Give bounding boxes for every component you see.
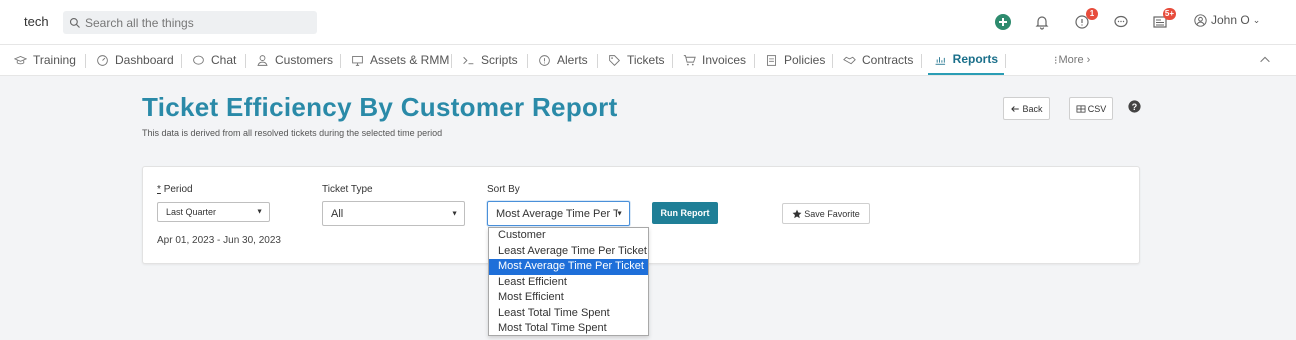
user-icon [257,54,268,66]
search-icon [69,17,80,28]
csv-export-button[interactable]: CSV [1069,97,1113,120]
caret-down-icon: ▼ [616,210,623,217]
chevron-down-icon: ⌄ [1252,14,1261,25]
period-date-range: Apr 01, 2023 - Jun 30, 2023 [157,235,281,246]
period-select[interactable]: Last Quarter ▼ [157,202,270,222]
nav-divider [597,54,598,68]
caret-down-icon: ▼ [451,210,458,217]
nav-reports[interactable]: Reports [928,45,1004,75]
nav-scripts[interactable]: Scripts [462,45,518,75]
help-icon[interactable]: ? [1128,100,1141,113]
sort-by-options-list: Customer Least Average Time Per Ticket M… [488,227,649,336]
user-menu[interactable]: John O ⌄ [1194,13,1260,27]
notifications-button[interactable] [1032,12,1052,32]
plus-circle-icon [995,14,1011,30]
graduation-cap-icon [14,55,27,64]
nav-divider [921,54,922,68]
add-button[interactable] [993,12,1013,32]
sort-option-customer[interactable]: Customer [489,228,648,244]
required-mark: * [157,184,161,195]
chat-icon [193,55,204,65]
sort-option-most-total-time[interactable]: Most Total Time Spent [489,321,648,337]
news-count-badge: 5+ [1162,8,1176,20]
main-nav: Training Dashboard Chat Customers Assets… [0,44,1296,76]
nav-divider [1005,54,1006,68]
handshake-icon [843,56,856,64]
back-button[interactable]: Back [1003,97,1050,120]
collapse-chevron-icon[interactable] [1258,53,1272,67]
period-label: * Period [157,184,193,195]
search-box[interactable] [63,11,317,34]
nav-alerts[interactable]: Alerts [538,45,588,75]
sort-option-least-efficient[interactable]: Least Efficient [489,275,648,291]
page-subtitle: This data is derived from all resolved t… [142,128,443,138]
chart-icon [935,56,946,65]
nav-divider [754,54,755,68]
nav-tickets[interactable]: Tickets [608,45,665,75]
alerts-count-badge: 1 [1086,8,1098,20]
chat-bubble-icon [1114,15,1128,28]
nav-more[interactable]: ⁝ More › [1054,45,1090,75]
nav-divider [85,54,86,68]
chevron-right-icon: › [1086,54,1091,66]
document-icon [766,54,777,66]
star-icon [792,209,802,218]
top-bar: tech 1 5+ John O ⌄ [0,0,1296,44]
nav-divider [181,54,182,68]
monitor-icon [352,55,363,66]
search-input[interactable] [85,15,305,30]
sort-option-least-total-time[interactable]: Least Total Time Spent [489,306,648,322]
messages-button[interactable] [1111,12,1131,32]
arrow-left-icon [1011,105,1020,112]
nav-contracts[interactable]: Contracts [843,45,913,75]
nav-assets-rmm[interactable]: Assets & RMM [351,45,449,75]
nav-training[interactable]: Training [14,45,76,75]
ticket-type-label: Ticket Type [322,184,373,195]
caret-down-icon: ▼ [256,208,263,216]
table-icon [1076,105,1086,112]
user-name: John O [1211,13,1250,27]
nav-customers[interactable]: Customers [256,45,333,75]
sort-option-most-average-time[interactable]: Most Average Time Per Ticket [489,259,648,275]
page-title: Ticket Efficiency By Customer Report [142,92,618,122]
dashboard-icon [97,54,108,66]
nav-divider [340,54,341,68]
sort-by-label: Sort By [487,184,520,195]
nav-dashboard[interactable]: Dashboard [96,45,174,75]
ticket-type-select[interactable]: All ▼ [322,201,465,226]
user-circle-icon [1194,13,1207,27]
more-dots-icon: ⁝ [1054,54,1058,67]
save-favorite-button[interactable]: Save Favorite [782,203,870,224]
cart-icon [683,54,696,65]
nav-divider [832,54,833,68]
alert-icon [539,54,550,66]
sort-option-most-efficient[interactable]: Most Efficient [489,290,648,306]
nav-policies[interactable]: Policies [765,45,825,75]
bell-icon [1035,16,1049,30]
nav-invoices[interactable]: Invoices [683,45,746,75]
tag-icon [609,54,621,66]
news-button[interactable]: 5+ [1150,8,1176,32]
svg-text:?: ? [1132,102,1137,112]
sort-option-least-average-time[interactable]: Least Average Time Per Ticket [489,244,648,260]
nav-divider [451,54,452,68]
nav-divider [245,54,246,68]
brand-name[interactable]: tech [24,14,49,29]
nav-divider [672,54,673,68]
run-report-button[interactable]: Run Report [652,202,718,224]
alerts-button[interactable]: 1 [1072,8,1098,32]
nav-chat[interactable]: Chat [192,45,236,75]
terminal-icon [463,56,474,64]
sort-by-select[interactable]: Most Average Time Per T ▼ [487,201,630,226]
nav-divider [527,54,528,68]
